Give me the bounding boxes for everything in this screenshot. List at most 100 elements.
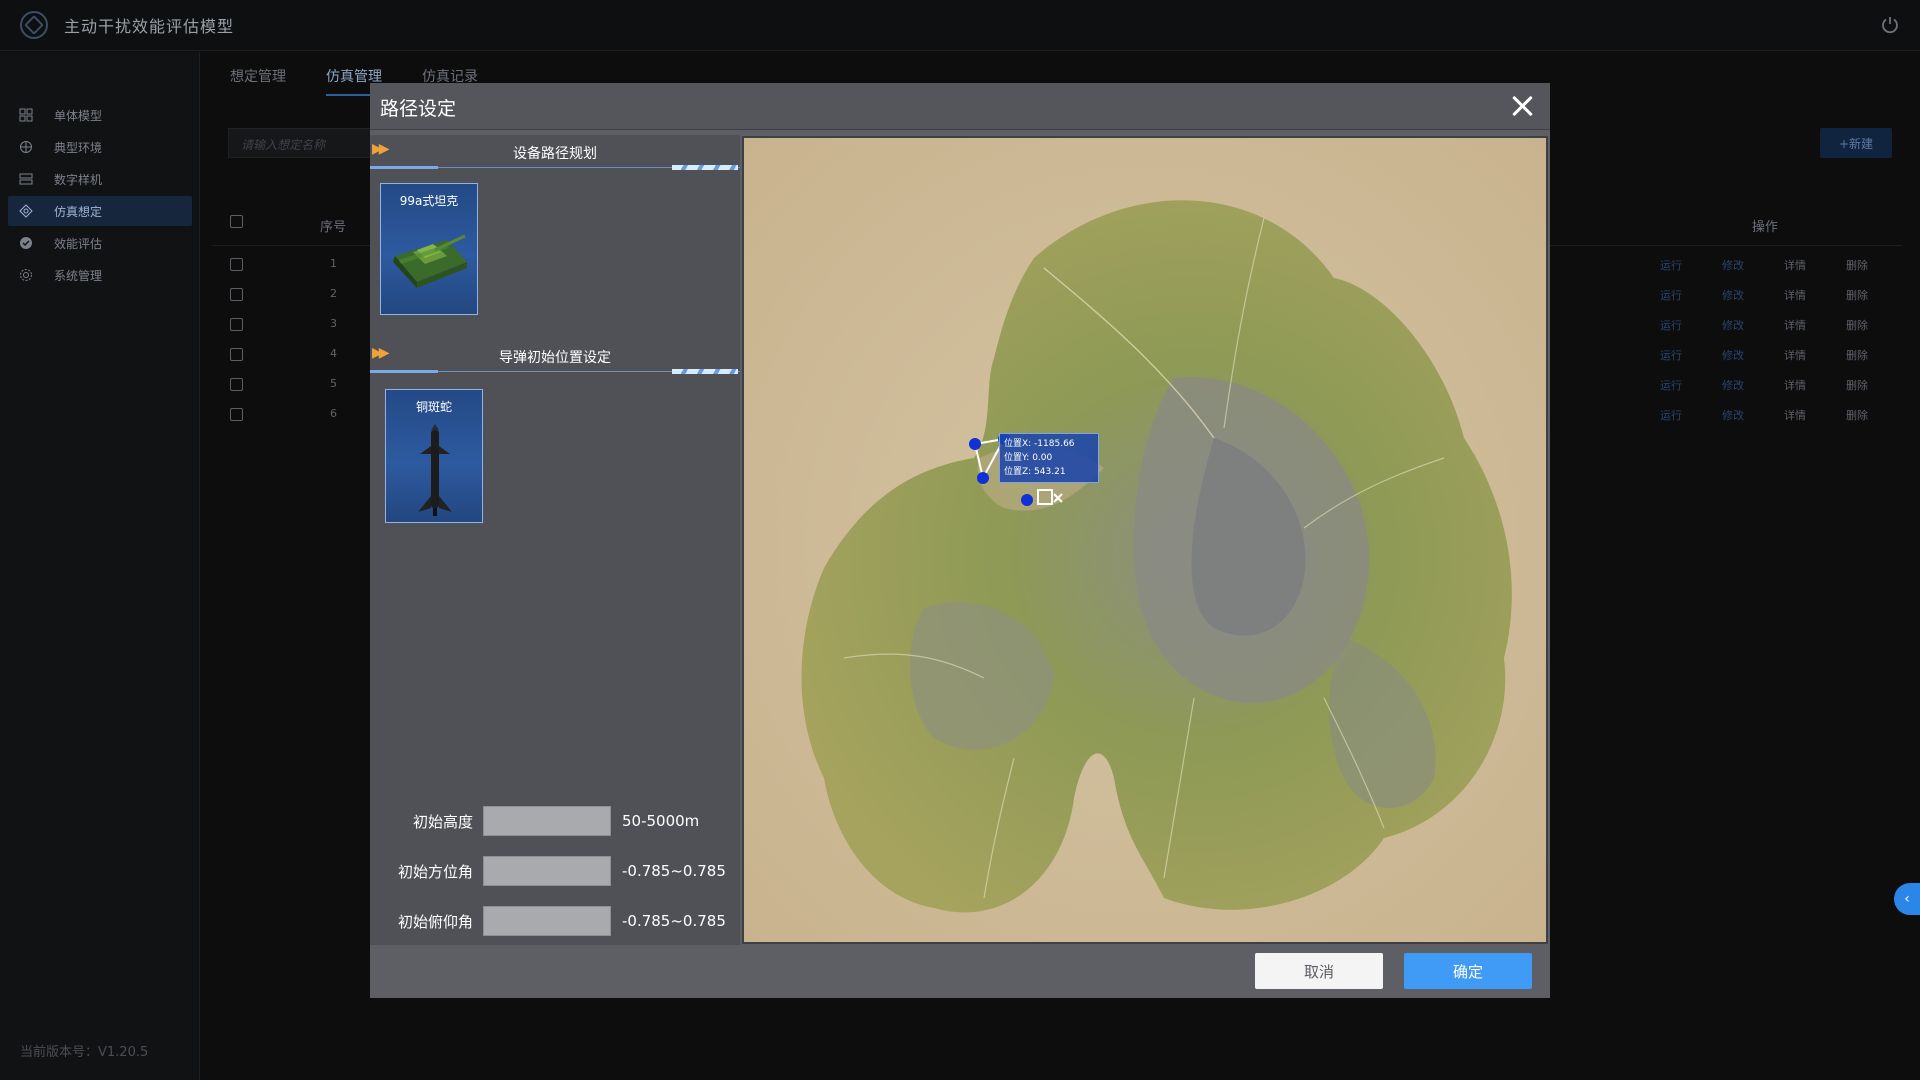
delete-link[interactable]: 删除 <box>1846 407 1868 423</box>
detail-link[interactable]: 详情 <box>1784 257 1806 273</box>
sidebar-item-scenario[interactable]: 仿真想定 <box>8 196 192 226</box>
sidebar-item-settings[interactable]: 系统管理 <box>8 260 192 290</box>
app-logo <box>20 11 48 39</box>
delete-link[interactable]: 删除 <box>1846 287 1868 303</box>
row-index: 6 <box>330 407 337 420</box>
param-row-initial-azimuth: 初始方位角 -0.785~0.785 <box>370 856 740 886</box>
edit-link[interactable]: 修改 <box>1722 287 1744 303</box>
param-range: -0.785~0.785 <box>622 862 726 880</box>
close-icon[interactable] <box>1508 92 1536 120</box>
section-header-device-path: ▶▶ 设备路径规划 <box>370 135 740 171</box>
left-panel: ▶▶ 设备路径规划 99a式坦克 ▶▶ 导弹初始位置设定 铜斑蛇 初始高度 50… <box>370 135 740 945</box>
edit-link[interactable]: 修改 <box>1722 317 1744 333</box>
environment-icon <box>18 139 34 155</box>
sidebar-item-model[interactable]: 单体模型 <box>8 100 192 130</box>
evaluation-icon <box>18 235 34 251</box>
model-icon <box>18 107 34 123</box>
tooltip-position-x: 位置X: -1185.66 <box>1004 439 1075 449</box>
param-range: -0.785~0.785 <box>622 912 726 930</box>
search-input[interactable]: 请输入想定名称 <box>228 128 388 158</box>
section-title: 导弹初始位置设定 <box>499 350 611 366</box>
param-label: 初始高度 <box>412 813 473 831</box>
tank-image <box>393 234 467 288</box>
row-checkbox[interactable] <box>230 378 243 391</box>
sidebar-item-label: 单体模型 <box>54 108 103 123</box>
delete-link[interactable]: 删除 <box>1846 257 1868 273</box>
run-link[interactable]: 运行 <box>1660 287 1682 303</box>
run-link[interactable]: 运行 <box>1660 377 1682 393</box>
ok-button[interactable]: 确定 <box>1404 953 1532 989</box>
edit-link[interactable]: 修改 <box>1722 347 1744 363</box>
row-index: 2 <box>330 287 337 300</box>
detail-link[interactable]: 详情 <box>1784 317 1806 333</box>
run-link[interactable]: 运行 <box>1660 347 1682 363</box>
initial-height-input[interactable] <box>483 806 611 836</box>
missile-label: 铜斑蛇 <box>415 400 452 414</box>
terrain-map[interactable]: 位置X: -1185.66 位置Y: 0.00 位置Z: 543.21 <box>742 136 1548 944</box>
sidebar: 单体模型 典型环境 数字样机 仿真想定 效能评估 系统管理 当前版本号：V1.2… <box>0 52 200 1080</box>
sidebar-item-environment[interactable]: 典型环境 <box>8 132 192 162</box>
row-index: 1 <box>330 257 337 270</box>
sidebar-item-label: 仿真想定 <box>54 204 103 219</box>
delete-link[interactable]: 删除 <box>1846 377 1868 393</box>
detail-link[interactable]: 详情 <box>1784 347 1806 363</box>
section-title: 设备路径规划 <box>513 146 597 162</box>
row-index: 4 <box>330 347 337 360</box>
chevron-left-icon: ‹ <box>1904 891 1910 907</box>
app-title: 主动干扰效能评估模型 <box>64 17 235 36</box>
row-index: 5 <box>330 377 337 390</box>
tab-scenario-management[interactable]: 想定管理 <box>230 66 286 96</box>
row-checkbox[interactable] <box>230 408 243 421</box>
run-link[interactable]: 运行 <box>1660 317 1682 333</box>
app-header: 主动干扰效能评估模型 <box>0 0 1920 51</box>
run-link[interactable]: 运行 <box>1660 407 1682 423</box>
position-tooltip: 位置X: -1185.66 位置Y: 0.00 位置Z: 543.21 <box>999 433 1099 483</box>
tank-card[interactable]: 99a式坦克 <box>380 183 478 315</box>
missile-card[interactable]: 铜斑蛇 <box>385 389 483 523</box>
path-settings-dialog: 路径设定 ▶▶ 设备路径规划 99a式坦克 ▶▶ 导弹初始位置设定 铜斑蛇 初始… <box>370 83 1550 998</box>
param-row-initial-pitch: 初始俯仰角 -0.785~0.785 <box>370 906 740 936</box>
tooltip-position-y: 位置Y: 0.00 <box>1004 453 1053 463</box>
edit-link[interactable]: 修改 <box>1722 257 1744 273</box>
sidebar-item-label: 系统管理 <box>54 268 103 283</box>
initial-pitch-input[interactable] <box>483 906 611 936</box>
terrain-image <box>744 138 1546 942</box>
edit-link[interactable]: 修改 <box>1722 407 1744 423</box>
power-icon[interactable] <box>1880 15 1900 35</box>
tooltip-position-z: 位置Z: 543.21 <box>1004 467 1066 477</box>
param-range: 50-5000m <box>622 812 700 830</box>
dialog-title: 路径设定 <box>380 98 457 120</box>
row-checkbox[interactable] <box>230 318 243 331</box>
settings-icon <box>18 267 34 283</box>
sidebar-item-prototype[interactable]: 数字样机 <box>8 164 192 194</box>
detail-link[interactable]: 详情 <box>1784 407 1806 423</box>
param-label: 初始方位角 <box>397 863 473 881</box>
column-header-index: 序号 <box>320 220 347 235</box>
initial-azimuth-input[interactable] <box>483 856 611 886</box>
run-link[interactable]: 运行 <box>1660 257 1682 273</box>
sidebar-item-label: 典型环境 <box>54 140 103 155</box>
row-checkbox[interactable] <box>230 258 243 271</box>
select-all-checkbox[interactable] <box>230 215 243 228</box>
delete-link[interactable]: 删除 <box>1846 347 1868 363</box>
row-index: 3 <box>330 317 337 330</box>
section-header-missile-position: ▶▶ 导弹初始位置设定 <box>370 339 740 375</box>
prototype-icon <box>18 171 34 187</box>
new-button[interactable]: +新建 <box>1820 128 1892 158</box>
detail-link[interactable]: 详情 <box>1784 377 1806 393</box>
param-row-initial-height: 初始高度 50-5000m <box>370 806 740 836</box>
version-text: 当前版本号：V1.20.5 <box>20 1045 149 1060</box>
collapse-panel-button[interactable]: ‹ <box>1894 883 1920 915</box>
sidebar-item-label: 数字样机 <box>54 172 103 187</box>
scenario-icon <box>18 203 34 219</box>
sidebar-item-label: 效能评估 <box>54 236 103 251</box>
row-checkbox[interactable] <box>230 288 243 301</box>
cancel-button[interactable]: 取消 <box>1255 953 1383 989</box>
row-checkbox[interactable] <box>230 348 243 361</box>
delete-link[interactable]: 删除 <box>1846 317 1868 333</box>
detail-link[interactable]: 详情 <box>1784 287 1806 303</box>
column-header-operations: 操作 <box>1752 220 1779 235</box>
missile-image <box>418 424 452 516</box>
sidebar-item-evaluation[interactable]: 效能评估 <box>8 228 192 258</box>
edit-link[interactable]: 修改 <box>1722 377 1744 393</box>
